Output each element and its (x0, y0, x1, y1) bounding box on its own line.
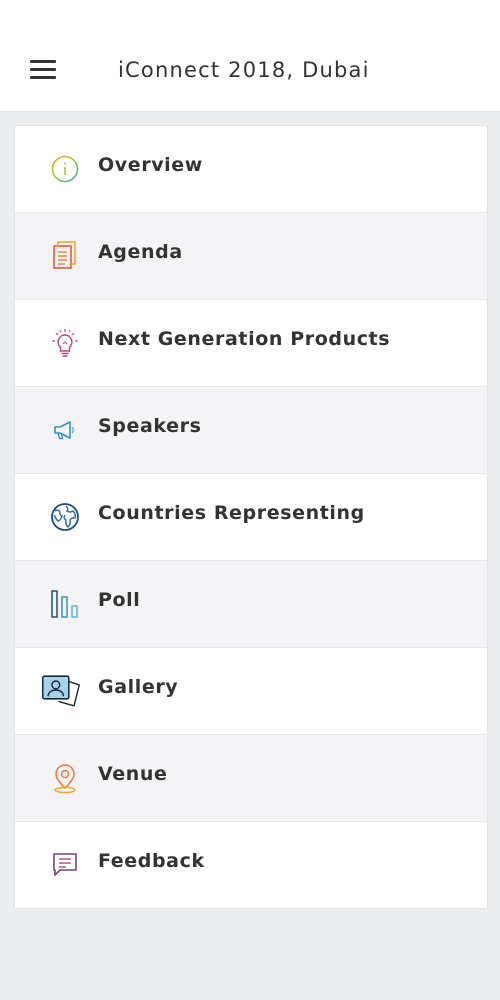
app-screen: iConnect 2018, Dubai Overview Agenda Nex… (0, 0, 500, 1000)
info-circle-icon (45, 151, 85, 187)
menu-item-label: Next Generation Products (98, 328, 391, 350)
menu-item-venue[interactable]: Venue (15, 735, 487, 822)
menu-item-label: Speakers (98, 415, 202, 437)
menu-item-gallery[interactable]: Gallery (15, 648, 487, 735)
menu-item-feedback[interactable]: Feedback (15, 822, 487, 908)
hamburger-menu-icon[interactable] (30, 60, 58, 82)
bar-chart-icon (45, 586, 85, 622)
menu-item-label: Agenda (98, 241, 183, 263)
menu-item-poll[interactable]: Poll (15, 561, 487, 648)
menu-item-label: Venue (98, 763, 168, 785)
location-pin-icon (45, 760, 85, 796)
menu-item-agenda[interactable]: Agenda (15, 213, 487, 300)
document-stack-icon (45, 238, 85, 274)
menu-item-label: Overview (98, 154, 203, 176)
menu-item-label: Poll (98, 589, 141, 611)
menu-item-countries-representing[interactable]: Countries Representing (15, 474, 487, 561)
main-menu: Overview Agenda Next Generation Products… (14, 125, 488, 909)
menu-item-label: Gallery (98, 676, 179, 698)
lightbulb-icon (45, 325, 85, 361)
chat-bubble-icon (45, 847, 85, 883)
menu-item-speakers[interactable]: Speakers (15, 387, 487, 474)
page-title: iConnect 2018, Dubai (118, 58, 370, 82)
menu-item-label: Countries Representing (98, 502, 365, 524)
menu-item-label: Feedback (98, 850, 205, 872)
globe-icon (45, 499, 85, 535)
menu-item-overview[interactable]: Overview (15, 126, 487, 213)
megaphone-icon (45, 412, 85, 448)
menu-item-next-generation-products[interactable]: Next Generation Products (15, 300, 487, 387)
photo-gallery-icon (41, 673, 81, 709)
app-header: iConnect 2018, Dubai (0, 0, 500, 112)
